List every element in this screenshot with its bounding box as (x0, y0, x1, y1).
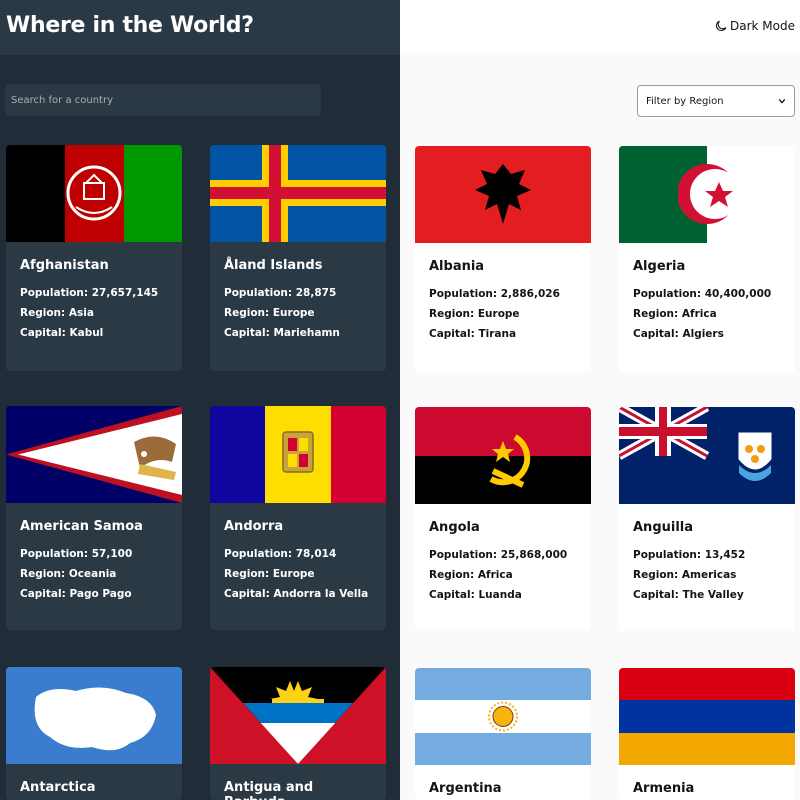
dark-mode-label: Dark Mode (730, 19, 795, 33)
capital-value: The Valley (682, 589, 744, 601)
country-name: Antigua and Barbuda (224, 780, 314, 800)
region-filter-select[interactable]: Filter by Region (637, 85, 795, 117)
population-value: 2,886,026 (500, 288, 560, 300)
search-input[interactable] (11, 94, 321, 106)
country-card-andorra[interactable]: Andorra Population: 78,014 Region: Europ… (210, 406, 386, 630)
country-name: Argentina (429, 781, 502, 796)
capital-row: Capital: Andorra la Vella (224, 588, 369, 600)
capital-value: Mariehamn (273, 327, 340, 339)
region-row: Region: Americas (633, 569, 737, 581)
country-name: Anguilla (633, 520, 694, 535)
capital-value: Kabul (69, 327, 104, 339)
flag-antarctica (6, 667, 182, 764)
capital-row: Capital: Kabul (20, 327, 104, 339)
country-name: Andorra (224, 519, 284, 534)
country-card-argentina[interactable]: Argentina (415, 668, 591, 800)
flag-andorra (210, 406, 386, 503)
population-value: 27,657,145 (91, 287, 159, 299)
country-card-afghanistan[interactable]: Afghanistan Population: 27,657,145 Regio… (6, 145, 182, 371)
country-name: Angola (429, 520, 480, 535)
country-card-anguilla[interactable]: Anguilla Population: 13,452 Region: Amer… (619, 407, 795, 631)
population-row: Population: 57,100 (20, 548, 133, 560)
population-row: Population: 27,657,145 (20, 287, 159, 299)
population-row: Population: 28,875 (224, 287, 337, 299)
flag-antigua-and-barbuda (210, 667, 386, 764)
population-value: 40,400,000 (704, 288, 772, 300)
population-row: Population: 2,886,026 (429, 288, 560, 300)
app-title: Where in the World? (6, 13, 254, 38)
capital-row: Capital: Pago Pago (20, 588, 132, 600)
country-name: Algeria (633, 259, 686, 274)
country-name: Armenia (633, 781, 695, 796)
flag-algeria (619, 146, 795, 243)
population-row: Population: 13,452 (633, 549, 746, 561)
population-row: Population: 40,400,000 (633, 288, 772, 300)
region-row: Region: Africa (633, 308, 717, 320)
region-value: Europe (477, 308, 520, 320)
filter-label: Filter by Region (646, 95, 724, 107)
moon-icon (716, 20, 727, 31)
dark-mode-toggle[interactable]: Dark Mode (715, 19, 795, 33)
country-name: Albania (429, 259, 485, 274)
population-value: 25,868,000 (500, 549, 568, 561)
population-value: 13,452 (704, 549, 746, 561)
capital-row: Capital: Algiers (633, 328, 724, 340)
region-value: Africa (477, 569, 513, 581)
region-row: Region: Oceania (20, 568, 117, 580)
region-value: Asia (68, 307, 94, 319)
country-card-algeria[interactable]: Algeria Population: 40,400,000 Region: A… (619, 146, 795, 372)
country-card-antigua-and-barbuda[interactable]: Antigua and Barbuda (210, 667, 386, 800)
capital-value: Andorra la Vella (273, 588, 369, 600)
capital-row: Capital: Mariehamn (224, 327, 340, 339)
country-name: Åland Islands (224, 258, 323, 273)
region-row: Region: Europe (224, 307, 315, 319)
region-row: Region: Europe (224, 568, 315, 580)
flag-albania (415, 146, 591, 243)
region-value: Americas (681, 569, 737, 581)
population-row: Population: 25,868,000 (429, 549, 568, 561)
flag-aland-islands (210, 145, 386, 242)
population-value: 78,014 (295, 548, 337, 560)
country-card-armenia[interactable]: Armenia (619, 668, 795, 800)
capital-row: Capital: The Valley (633, 589, 744, 601)
region-row: Region: Africa (429, 569, 513, 581)
flag-american-samoa (6, 406, 182, 503)
flag-anguilla (619, 407, 795, 504)
region-value: Europe (272, 568, 315, 580)
capital-value: Pago Pago (69, 588, 132, 600)
flag-armenia (619, 668, 795, 765)
region-value: Africa (681, 308, 717, 320)
country-card-angola[interactable]: Angola Population: 25,868,000 Region: Af… (415, 407, 591, 631)
country-card-american-samoa[interactable]: American Samoa Population: 57,100 Region… (6, 406, 182, 630)
population-value: 57,100 (91, 548, 133, 560)
region-value: Oceania (68, 568, 117, 580)
country-card-aland-islands[interactable]: Åland Islands Population: 28,875 Region:… (210, 145, 386, 371)
country-card-antarctica[interactable]: Antarctica (6, 667, 182, 800)
capital-row: Capital: Luanda (429, 589, 522, 601)
capital-row: Capital: Tirana (429, 328, 517, 340)
population-value: 28,875 (295, 287, 337, 299)
region-value: Europe (272, 307, 315, 319)
region-row: Region: Asia (20, 307, 94, 319)
capital-value: Luanda (478, 589, 522, 601)
flag-argentina (415, 668, 591, 765)
chevron-down-icon (778, 98, 786, 104)
search-box[interactable] (5, 84, 321, 116)
country-name: American Samoa (20, 519, 143, 534)
capital-value: Algiers (682, 328, 724, 340)
country-name: Antarctica (20, 780, 96, 795)
flag-angola (415, 407, 591, 504)
capital-value: Tirana (478, 328, 517, 340)
population-row: Population: 78,014 (224, 548, 337, 560)
region-row: Region: Europe (429, 308, 520, 320)
country-name: Afghanistan (20, 258, 109, 273)
country-card-albania[interactable]: Albania Population: 2,886,026 Region: Eu… (415, 146, 591, 372)
flag-afghanistan (6, 145, 182, 242)
